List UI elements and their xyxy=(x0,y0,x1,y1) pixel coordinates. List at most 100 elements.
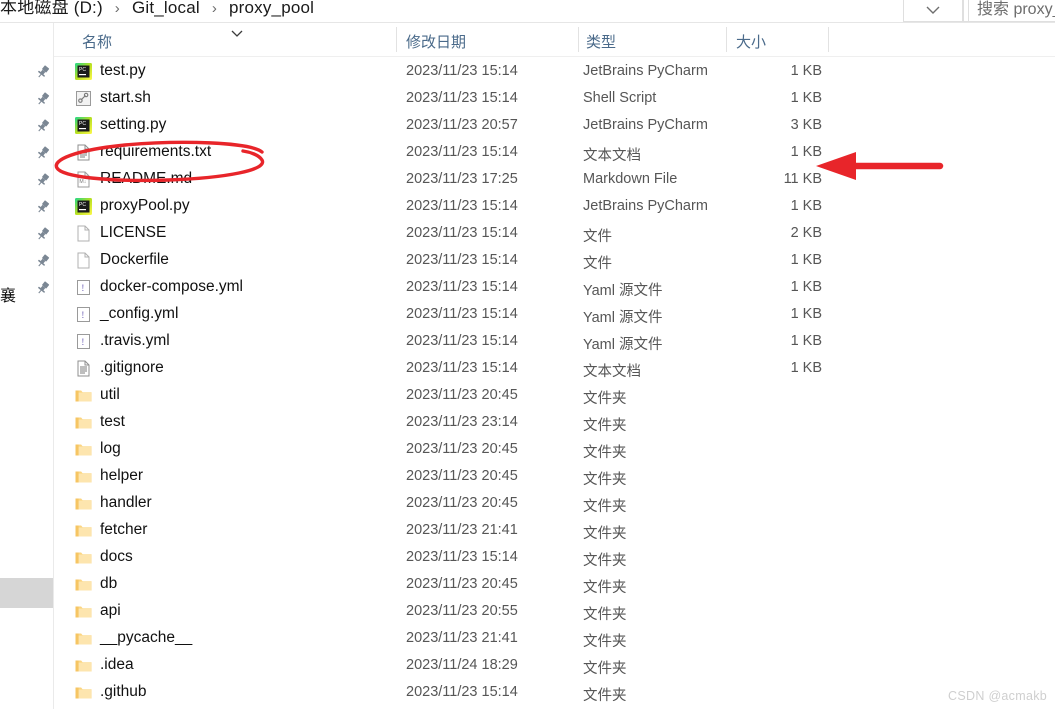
file-name[interactable]: requirements.txt xyxy=(100,143,211,161)
column-header-date[interactable]: 修改日期 xyxy=(406,31,466,52)
address-bar[interactable]: 本地磁盘 (D:) › Git_local › proxy_pool xyxy=(0,0,1055,22)
file-size: 1 KB xyxy=(790,333,822,349)
file-row[interactable]: ! _config.yml 2023/11/23 15:14 Yaml 源文件 1 KB xyxy=(54,301,1055,328)
file-date-modified: 2023/11/23 15:14 xyxy=(406,144,518,160)
file-row[interactable]: ! .travis.yml 2023/11/23 15:14 Yaml 源文件 1 KB xyxy=(54,328,1055,355)
file-row[interactable]: api 2023/11/23 20:55 文件夹 xyxy=(54,598,1055,625)
column-header-size[interactable]: 大小 xyxy=(736,31,766,52)
folder-icon xyxy=(74,440,93,459)
file-type: Shell Script xyxy=(583,90,657,106)
pin-icon[interactable] xyxy=(35,91,51,107)
column-separator[interactable] xyxy=(396,27,397,52)
file-row[interactable]: LICENSE 2023/11/23 15:14 文件 2 KB xyxy=(54,220,1055,247)
file-date-modified: 2023/11/23 15:14 xyxy=(406,684,518,700)
pin-icon[interactable] xyxy=(35,280,51,296)
file-name[interactable]: start.sh xyxy=(100,89,151,107)
file-name[interactable]: proxyPool.py xyxy=(100,197,190,215)
file-row[interactable]: .idea 2023/11/24 18:29 文件夹 xyxy=(54,652,1055,679)
file-type: 文件夹 xyxy=(583,580,627,596)
file-date-modified: 2023/11/23 20:45 xyxy=(406,576,518,592)
file-name[interactable]: .github xyxy=(100,683,147,701)
breadcrumb-segment-proxy-pool[interactable]: proxy_pool xyxy=(229,0,314,17)
file-type: 文件夹 xyxy=(583,661,627,677)
file-name[interactable]: __pycache__ xyxy=(100,629,192,647)
search-input[interactable]: 搜索 proxy_ xyxy=(977,0,1055,19)
file-row[interactable]: PC test.py 2023/11/23 15:14 JetBrains PyCha… xyxy=(54,58,1055,85)
file-row[interactable]: log 2023/11/23 20:45 文件夹 xyxy=(54,436,1055,463)
file-date-modified: 2023/11/23 20:45 xyxy=(406,468,518,484)
file-name[interactable]: helper xyxy=(100,467,143,485)
file-name[interactable]: .idea xyxy=(100,656,134,674)
shell-script-icon xyxy=(74,89,93,108)
file-name[interactable]: log xyxy=(100,440,121,458)
file-row[interactable]: fetcher 2023/11/23 21:41 文件夹 xyxy=(54,517,1055,544)
svg-text:!: ! xyxy=(81,337,84,347)
address-history-button[interactable] xyxy=(903,0,963,22)
column-separator[interactable] xyxy=(726,27,727,52)
file-row[interactable]: __pycache__ 2023/11/23 21:41 文件夹 xyxy=(54,625,1055,652)
file-row[interactable]: helper 2023/11/23 20:45 文件夹 xyxy=(54,463,1055,490)
svg-text:!: ! xyxy=(81,310,84,320)
file-row[interactable]: test 2023/11/23 23:14 文件夹 xyxy=(54,409,1055,436)
file-name[interactable]: test xyxy=(100,413,125,431)
file-name[interactable]: docs xyxy=(100,548,133,566)
file-row[interactable]: handler 2023/11/23 20:45 文件夹 xyxy=(54,490,1055,517)
file-name[interactable]: handler xyxy=(100,494,152,512)
pin-icon[interactable] xyxy=(35,253,51,269)
file-row[interactable]: Dockerfile 2023/11/23 15:14 文件 1 KB xyxy=(54,247,1055,274)
file-date-modified: 2023/11/23 15:14 xyxy=(406,198,518,214)
file-date-modified: 2023/11/24 18:29 xyxy=(406,657,518,673)
file-row[interactable]: util 2023/11/23 20:45 文件夹 xyxy=(54,382,1055,409)
file-name[interactable]: README.md xyxy=(100,170,192,188)
file-name[interactable]: setting.py xyxy=(100,116,166,134)
column-separator[interactable] xyxy=(828,27,829,52)
file-name[interactable]: db xyxy=(100,575,117,593)
file-row[interactable]: ! docker-compose.yml 2023/11/23 15:14 Yaml … xyxy=(54,274,1055,301)
file-row[interactable]: M↓ README.md 2023/11/23 17:25 Markdown File… xyxy=(54,166,1055,193)
file-list[interactable]: PC test.py 2023/11/23 15:14 JetBrains PyCha… xyxy=(54,58,1055,706)
folder-icon xyxy=(74,413,93,432)
file-size: 11 KB xyxy=(783,171,822,187)
breadcrumb-segment-drive[interactable]: 本地磁盘 (D:) xyxy=(0,0,103,17)
pin-icon[interactable] xyxy=(35,118,51,134)
svg-text:PC: PC xyxy=(79,121,86,127)
pycharm-file-icon: PC xyxy=(74,62,93,81)
file-row[interactable]: PC proxyPool.py 2023/11/23 15:14 JetBrains … xyxy=(54,193,1055,220)
file-row[interactable]: .github 2023/11/23 15:14 文件夹 xyxy=(54,679,1055,706)
file-row[interactable]: requirements.txt 2023/11/23 15:14 文本文档 1 KB xyxy=(54,139,1055,166)
breadcrumb-segment-git-local[interactable]: Git_local xyxy=(132,0,200,17)
column-header-name[interactable]: 名称 xyxy=(82,31,112,52)
file-name[interactable]: test.py xyxy=(100,62,146,80)
file-name[interactable]: _config.yml xyxy=(100,305,178,323)
file-size: 1 KB xyxy=(790,306,822,322)
file-name[interactable]: util xyxy=(100,386,120,404)
breadcrumb[interactable]: 本地磁盘 (D:) › Git_local › proxy_pool xyxy=(0,0,314,18)
file-name[interactable]: Dockerfile xyxy=(100,251,169,269)
file-row[interactable]: PC setting.py 2023/11/23 20:57 JetBrains Py… xyxy=(54,112,1055,139)
pin-icon[interactable] xyxy=(35,64,51,80)
file-row[interactable]: db 2023/11/23 20:45 文件夹 xyxy=(54,571,1055,598)
file-size: 1 KB xyxy=(790,252,822,268)
column-header-type[interactable]: 类型 xyxy=(586,31,616,52)
file-name[interactable]: api xyxy=(100,602,121,620)
folder-icon xyxy=(74,521,93,540)
pin-icon[interactable] xyxy=(35,172,51,188)
file-name[interactable]: LICENSE xyxy=(100,224,166,242)
file-type: 文件夹 xyxy=(583,499,627,515)
watermark: CSDN @acmakb xyxy=(948,689,1047,703)
file-name[interactable]: fetcher xyxy=(100,521,147,539)
file-row[interactable]: .gitignore 2023/11/23 15:14 文本文档 1 KB xyxy=(54,355,1055,382)
file-name[interactable]: .gitignore xyxy=(100,359,164,377)
folder-icon xyxy=(74,467,93,486)
pin-icon[interactable] xyxy=(35,145,51,161)
file-name[interactable]: docker-compose.yml xyxy=(100,278,243,296)
pin-icon[interactable] xyxy=(35,199,51,215)
file-name[interactable]: .travis.yml xyxy=(100,332,170,350)
folder-icon xyxy=(74,683,93,702)
search-box[interactable]: 搜索 proxy_ xyxy=(968,0,1055,22)
column-separator[interactable] xyxy=(578,27,579,52)
pin-icon[interactable] xyxy=(35,226,51,242)
file-row[interactable]: docs 2023/11/23 15:14 文件夹 xyxy=(54,544,1055,571)
blank-file-icon xyxy=(74,224,93,243)
file-row[interactable]: start.sh 2023/11/23 15:14 Shell Script 1 KB xyxy=(54,85,1055,112)
